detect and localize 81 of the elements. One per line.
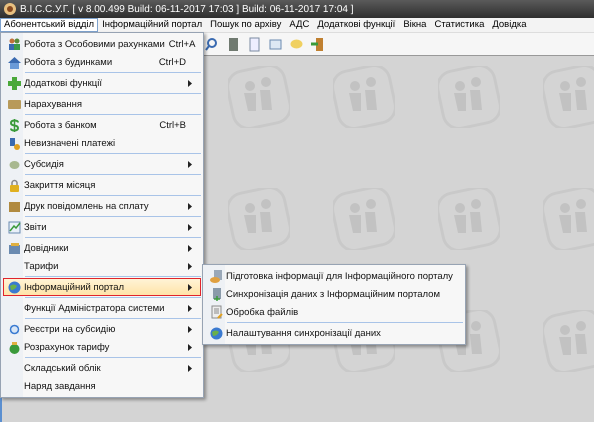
menu-item-label: Невизначені платежі bbox=[24, 138, 116, 148]
menu-bar-item[interactable]: Додаткові функції bbox=[313, 18, 400, 32]
menu-item[interactable]: Друк повідомлень на сплату bbox=[3, 197, 201, 215]
people-icon bbox=[6, 36, 22, 52]
chart-icon bbox=[6, 220, 22, 234]
menu-item[interactable]: Тарифи bbox=[3, 257, 201, 275]
globe-icon bbox=[208, 326, 224, 340]
submenu-arrow-icon bbox=[188, 344, 192, 350]
menu-item[interactable]: Невизначені платежі bbox=[3, 134, 201, 152]
menu-bar-item[interactable]: Пошук по архіву bbox=[206, 18, 286, 32]
menu-item[interactable]: Додаткові функції bbox=[3, 74, 201, 92]
money-bag-icon bbox=[6, 340, 22, 354]
document-icon bbox=[208, 304, 224, 320]
window-icon[interactable] bbox=[268, 36, 283, 52]
menu-item[interactable]: Функції Адміністратора системи bbox=[3, 299, 201, 317]
menu-item-label: Нарахування bbox=[24, 98, 84, 110]
window-title: B.I.C.C.У.Г. [ v 8.00.499 Build: 06-11-2017 17:03 ] Build: 06-11-2017 17:04 ] bbox=[20, 4, 354, 14]
menu-item[interactable]: Довідники bbox=[3, 239, 201, 257]
menu-item[interactable]: Складський облік bbox=[3, 359, 201, 377]
menu-item[interactable]: Інформаційний портал bbox=[3, 278, 201, 296]
submenu-arrow-icon bbox=[188, 224, 192, 230]
menu-item-label: Інформаційний портал bbox=[24, 282, 126, 292]
menu-item[interactable]: Розрахунок тарифу bbox=[3, 338, 201, 356]
menu-item-label: Додаткові функції bbox=[24, 78, 103, 88]
menu-item[interactable]: Закриття місяця bbox=[3, 176, 201, 194]
submenu-arrow-icon bbox=[188, 304, 192, 312]
menu-bar-item[interactable]: АДС bbox=[285, 18, 314, 32]
menu-item-label: Розрахунок тарифу bbox=[24, 342, 110, 352]
submenu-arrow-icon bbox=[188, 284, 192, 290]
menu-item-label: Звіти bbox=[24, 222, 48, 232]
menu-item-label: Довідники bbox=[24, 242, 70, 254]
menu-item-label: Субсидія bbox=[24, 158, 65, 170]
menu-item-label: Наряд завдання bbox=[24, 380, 97, 392]
globe-icon bbox=[6, 280, 22, 294]
door-icon[interactable] bbox=[310, 36, 325, 52]
submenu-arrow-icon bbox=[188, 160, 192, 168]
menu-bar-item[interactable]: Довідка bbox=[488, 18, 531, 32]
document-icon[interactable] bbox=[247, 36, 262, 52]
menu-item[interactable]: Субсидія bbox=[3, 155, 201, 173]
menu-bar-item[interactable]: Статистика bbox=[430, 18, 488, 32]
menu-item[interactable]: Звіти bbox=[3, 218, 201, 236]
menu-item-label: Тарифи bbox=[24, 260, 60, 272]
menu-item-label: Робота з будинками bbox=[24, 56, 114, 68]
menu-item[interactable]: Робота з будинками Ctrl+D bbox=[3, 53, 201, 71]
plus-icon bbox=[6, 76, 22, 90]
menu-item[interactable]: Робота з Особовими рахунками Ctrl+A bbox=[3, 35, 201, 53]
submenu-arrow-icon bbox=[188, 326, 192, 332]
submenu-arrow-icon bbox=[188, 202, 192, 210]
menu-item-label: Синхронізація даних з Інформаційним порталом bbox=[226, 288, 441, 300]
submenu-arrow-icon bbox=[188, 364, 192, 372]
app-logo-icon bbox=[4, 3, 16, 15]
menu-bar-item[interactable]: Абонентський відділ bbox=[0, 18, 98, 32]
menu-item[interactable]: Підготовка інформації для Інформаційного порталу bbox=[205, 267, 463, 285]
menu-item[interactable]: Обробка файлів bbox=[205, 303, 463, 321]
submenu-arrow-icon bbox=[188, 262, 192, 270]
menu-item-label: Підготовка інформації для Інформаційного порталу bbox=[226, 270, 454, 282]
menu-item-label: Робота з Особовими рахунками bbox=[24, 38, 165, 50]
menu-item-label: Складський облік bbox=[24, 362, 102, 374]
menu-item-label: Функції Адміністратора системи bbox=[24, 302, 166, 314]
menu-bar-item[interactable]: Інформаційний портал bbox=[98, 18, 206, 32]
menu-item[interactable]: Наряд завдання bbox=[3, 377, 201, 395]
submenu-arrow-icon bbox=[188, 80, 192, 86]
house-icon bbox=[6, 54, 22, 70]
menu-item[interactable]: Реєстри на субсидію bbox=[3, 320, 201, 338]
menu-item[interactable]: Робота з банком Ctrl+B bbox=[3, 116, 201, 134]
shortcut-text: Ctrl+B bbox=[159, 120, 186, 130]
menu-item[interactable]: Нарахування bbox=[3, 95, 201, 113]
menu-item-label: Реєстри на субсидію bbox=[24, 324, 116, 334]
menu-item-label: Обробка файлів bbox=[226, 306, 300, 318]
shortcut-text: Ctrl+D bbox=[158, 56, 186, 68]
menu-item-label: Закриття місяця bbox=[24, 180, 96, 190]
search-icon[interactable] bbox=[205, 36, 220, 52]
submenu-arrow-icon bbox=[188, 244, 192, 252]
menu-item-label: Друк повідомлень на сплату bbox=[24, 200, 150, 212]
book-icon bbox=[6, 240, 22, 256]
menu-bar-item[interactable]: Вікна bbox=[399, 18, 430, 32]
menu-item[interactable]: Налаштування синхронізації даних bbox=[205, 324, 463, 342]
menu-item-label: Робота з банком bbox=[24, 120, 98, 130]
menu-item[interactable]: Синхронізація даних з Інформаційним порталом bbox=[205, 285, 463, 303]
shortcut-text: Ctrl+A bbox=[168, 38, 196, 50]
menu-item-label: Налаштування синхронізації даних bbox=[226, 328, 382, 338]
